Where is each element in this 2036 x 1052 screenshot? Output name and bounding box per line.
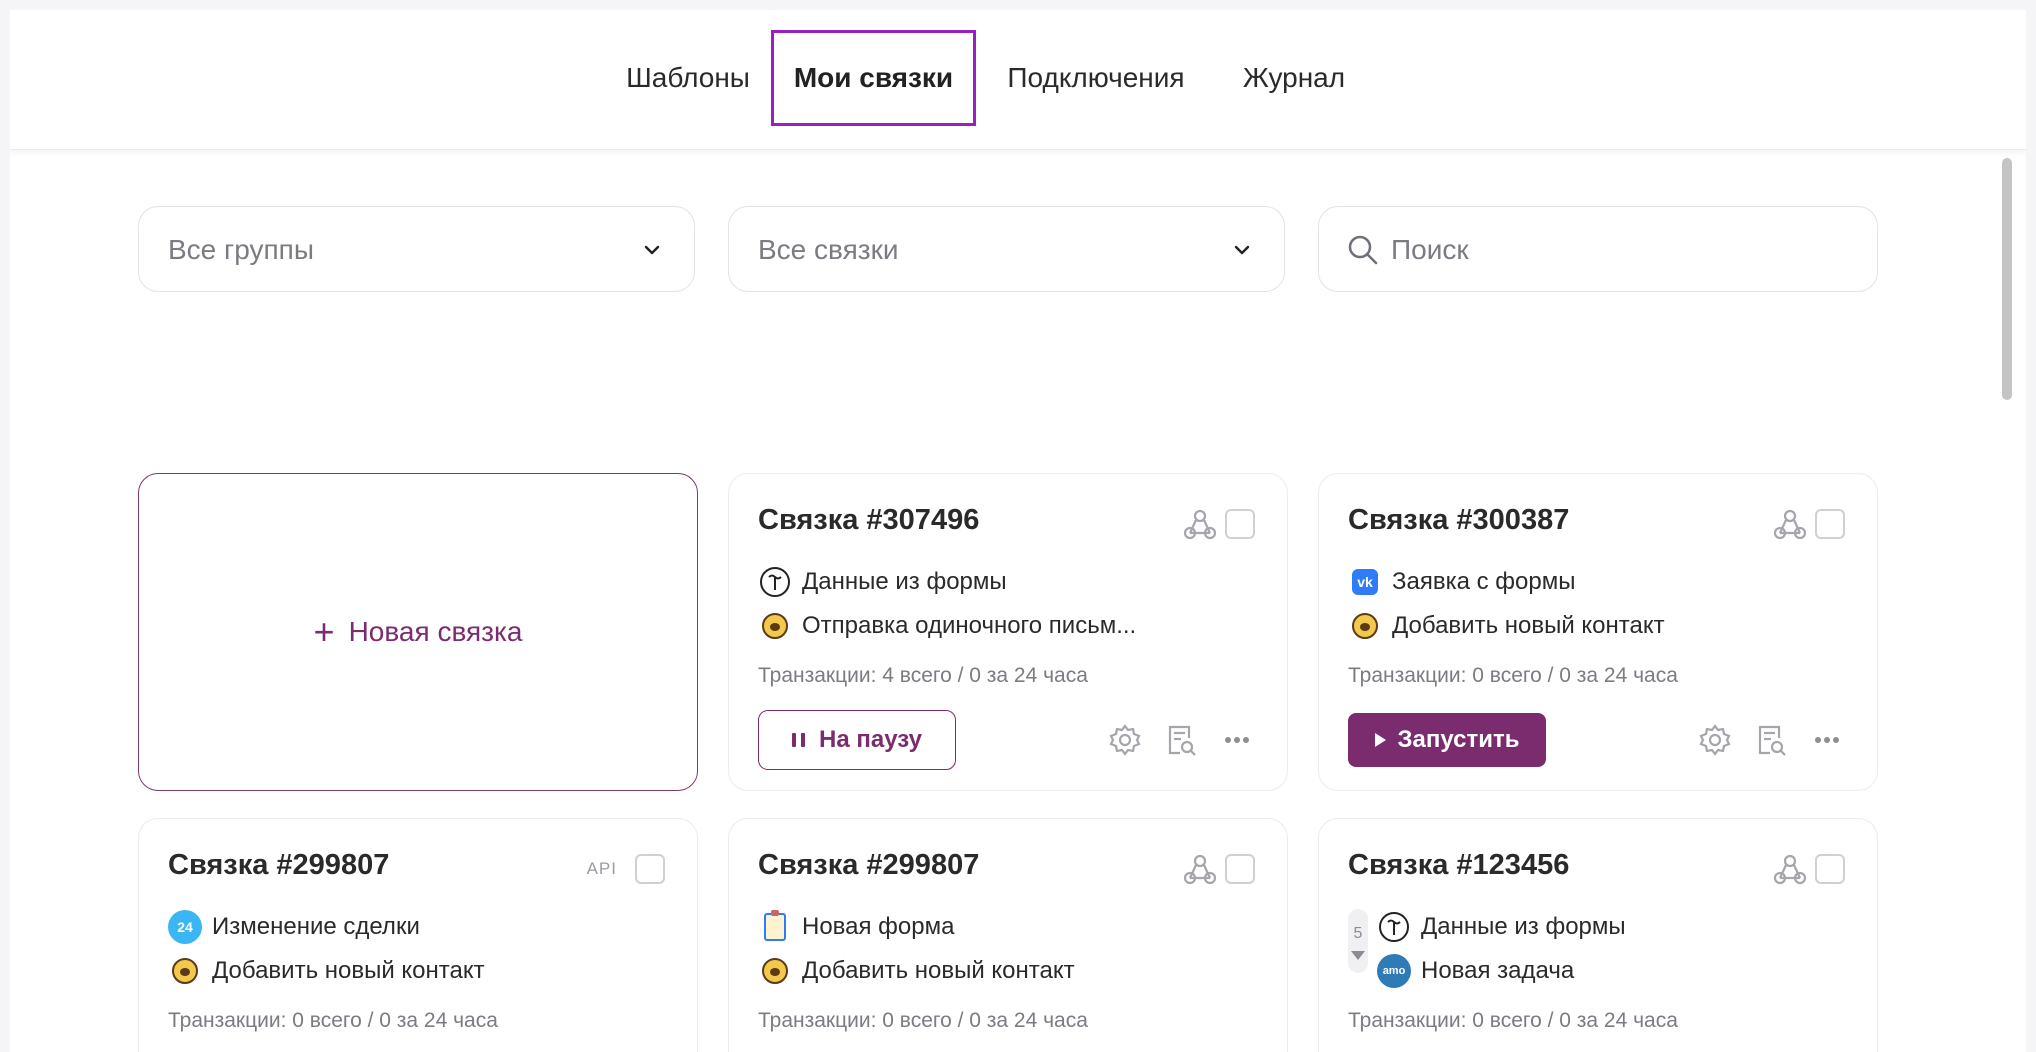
search-icon	[1348, 235, 1378, 265]
transactions-text: Транзакции: 0 всего / 0 за 24 часа	[758, 1009, 1088, 1032]
api-badge: API	[586, 859, 617, 878]
amocrm-icon: amo	[1377, 954, 1411, 988]
card-action: Добавить новый контакт	[168, 953, 485, 989]
chevron-down-icon	[1234, 245, 1250, 255]
card-title: Связка #299807	[758, 849, 980, 881]
transactions-text: Транзакции: 4 всего / 0 за 24 часа	[758, 664, 1088, 687]
link-card[interactable]: Связка #299807 API 24 Изменение сделки Д…	[138, 818, 698, 1052]
search-input[interactable]: Поиск	[1318, 206, 1878, 292]
transactions-text: Транзакции: 0 всего / 0 за 24 часа	[1348, 1009, 1678, 1032]
tilda-icon	[758, 565, 792, 599]
gear-icon[interactable]	[1107, 722, 1143, 758]
vk-icon: vk	[1348, 565, 1382, 599]
search-placeholder: Поиск	[1391, 234, 1469, 265]
step-text: Новая задача	[1421, 957, 1575, 984]
card-trigger: 24 Изменение сделки	[168, 909, 420, 945]
app-frame: Шаблоны Мои связки Подключения Журнал Вс…	[10, 10, 2026, 1052]
transactions-text: Транзакции: 0 всего / 0 за 24 часа	[1348, 664, 1678, 687]
card-trigger: Данные из формы	[1377, 909, 1626, 945]
clipboard-icon	[758, 910, 792, 944]
step-text: Заявка с формы	[1392, 568, 1576, 595]
tab-my-links[interactable]: Мои связки	[771, 30, 976, 126]
card-trigger: Новая форма	[758, 909, 954, 945]
card-checkbox[interactable]	[635, 854, 665, 884]
card-checkbox[interactable]	[1225, 854, 1255, 884]
step-counter-value: 5	[1353, 925, 1363, 942]
card-trigger: vk Заявка с формы	[1348, 564, 1576, 600]
run-button[interactable]: Запустить	[1348, 713, 1546, 767]
step-text: Новая форма	[802, 913, 955, 940]
link-card[interactable]: Связка #299807 Новая форма Добавить новы…	[728, 818, 1288, 1052]
card-checkbox[interactable]	[1225, 509, 1255, 539]
caret-down-icon	[1351, 951, 1365, 960]
step-text: Добавить новый контакт	[1392, 612, 1665, 639]
transactions-text: Транзакции: 0 всего / 0 за 24 часа	[168, 1009, 498, 1032]
link-card[interactable]: Связка #123456 5 Данные из формы amo Нов…	[1318, 818, 1878, 1052]
step-text: Отправка одиночного письм...	[802, 612, 1137, 639]
card-title: Связка #300387	[1348, 504, 1570, 536]
pause-button[interactable]: На паузу	[758, 710, 956, 770]
pause-label: На паузу	[819, 726, 922, 753]
log-search-icon[interactable]	[1163, 722, 1199, 758]
mailchimp-icon	[758, 954, 792, 988]
card-trigger: Данные из формы	[758, 564, 1007, 600]
step-text: Данные из формы	[1421, 913, 1626, 940]
new-link-card[interactable]: + Новая связка	[138, 473, 698, 791]
tilda-icon	[1377, 910, 1411, 944]
mailchimp-icon	[1348, 609, 1382, 643]
link-card[interactable]: Связка #300387 vk Заявка с формы Добавит…	[1318, 473, 1878, 791]
step-text: Данные из формы	[802, 568, 1007, 595]
card-action: Добавить новый контакт	[1348, 608, 1665, 644]
chevron-down-icon	[644, 245, 660, 255]
webhook-icon	[1183, 509, 1217, 540]
card-title: Связка #299807	[168, 849, 390, 881]
tab-templates[interactable]: Шаблоны	[606, 30, 770, 126]
scrollbar[interactable]	[2002, 150, 2012, 1050]
pause-icon	[792, 733, 806, 747]
link-card[interactable]: Связка #307496 Данные из формы Отправка …	[728, 473, 1288, 791]
card-action: Добавить новый контакт	[758, 953, 1075, 989]
step-text: Добавить новый контакт	[212, 957, 485, 984]
run-label: Запустить	[1397, 726, 1520, 753]
more-icon[interactable]	[1219, 722, 1255, 758]
scrollbar-thumb[interactable]	[2002, 158, 2012, 400]
card-checkbox[interactable]	[1815, 854, 1845, 884]
mailchimp-icon	[758, 609, 792, 643]
card-action: amo Новая задача	[1377, 953, 1574, 989]
tab-connections[interactable]: Подключения	[1000, 30, 1192, 126]
webhook-icon	[1773, 509, 1807, 540]
card-title: Связка #307496	[758, 504, 980, 536]
log-search-icon[interactable]	[1753, 722, 1789, 758]
step-text: Добавить новый контакт	[802, 957, 1075, 984]
mailchimp-icon	[168, 954, 202, 988]
more-icon[interactable]	[1809, 722, 1845, 758]
new-link-label: Новая связка	[348, 616, 523, 647]
tab-journal[interactable]: Журнал	[1232, 30, 1356, 126]
card-action: Отправка одиночного письм...	[758, 608, 1136, 644]
step-counter[interactable]: 5	[1348, 909, 1368, 973]
groups-dropdown[interactable]: Все группы	[138, 206, 695, 292]
links-dropdown-value: Все связки	[758, 234, 899, 265]
groups-dropdown-value: Все группы	[168, 234, 314, 265]
top-nav: Шаблоны Мои связки Подключения Журнал	[10, 10, 2026, 150]
play-icon	[1374, 733, 1386, 747]
bitrix24-icon: 24	[168, 910, 202, 944]
webhook-icon	[1183, 854, 1217, 885]
gear-icon[interactable]	[1697, 722, 1733, 758]
card-title: Связка #123456	[1348, 849, 1570, 881]
card-checkbox[interactable]	[1815, 509, 1845, 539]
step-text: Изменение сделки	[212, 913, 420, 940]
plus-icon: +	[313, 611, 335, 652]
links-dropdown[interactable]: Все связки	[728, 206, 1285, 292]
webhook-icon	[1773, 854, 1807, 885]
